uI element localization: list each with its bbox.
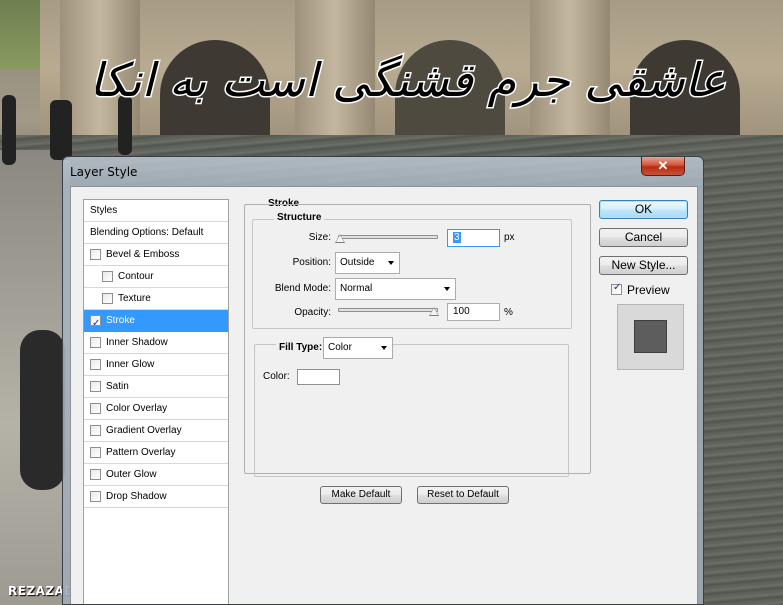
effect-checkbox[interactable]	[90, 359, 101, 370]
effect-row-satin[interactable]: Satin	[84, 376, 228, 398]
opacity-label: Opacity:	[294, 307, 331, 318]
effect-checkbox[interactable]	[90, 337, 101, 348]
opacity-unit: %	[504, 307, 513, 318]
effect-checkbox[interactable]	[90, 403, 101, 414]
opacity-input-value: 100	[453, 306, 470, 317]
preview-label: Preview	[627, 283, 670, 297]
effect-label: Color Overlay	[106, 403, 168, 414]
effect-label: Pattern Overlay	[106, 447, 176, 458]
person	[20, 330, 65, 490]
preview-swatch	[634, 320, 667, 353]
effect-checkbox[interactable]	[90, 425, 101, 436]
person	[50, 100, 72, 160]
effect-row-outer-glow[interactable]: Outer Glow	[84, 464, 228, 486]
size-unit: px	[504, 232, 515, 243]
cancel-button[interactable]: Cancel	[599, 228, 688, 247]
effect-row-drop-shadow[interactable]: Drop Shadow	[84, 486, 228, 508]
blend-mode-select-value: Normal	[340, 283, 373, 294]
structure-title: Structure	[274, 212, 325, 223]
effect-label: Contour	[118, 271, 154, 282]
new-style-button[interactable]: New Style...	[599, 256, 688, 275]
reset-to-default-button[interactable]: Reset to Default	[417, 486, 509, 504]
effect-checkbox[interactable]	[90, 469, 101, 480]
stroke-color-swatch[interactable]	[297, 369, 340, 385]
fill-type-group	[254, 344, 569, 477]
color-label: Color:	[263, 371, 290, 382]
chevron-down-icon	[388, 261, 394, 265]
effect-checkbox[interactable]	[90, 381, 101, 392]
ok-button[interactable]: OK	[599, 200, 688, 219]
effect-label: Inner Glow	[106, 359, 155, 370]
size-slider-thumb[interactable]	[334, 234, 345, 243]
effect-row-inner-shadow[interactable]: Inner Shadow	[84, 332, 228, 354]
calligraphy-line: عاشقی جرم قشنگی است به انکارش مکوش	[96, 53, 726, 108]
position-select-value: Outside	[340, 257, 375, 268]
effect-checkbox[interactable]	[90, 313, 101, 334]
calligraphy-text: عاشقی جرم قشنگی است به انکارش مکوش	[0, 14, 746, 144]
effect-row-contour[interactable]: Contour	[84, 266, 228, 288]
effect-label: Gradient Overlay	[106, 425, 182, 436]
close-button[interactable]: ✕	[641, 157, 685, 176]
effect-row-bevel-emboss[interactable]: Bevel & Emboss	[84, 244, 228, 266]
effect-label: Satin	[106, 381, 129, 392]
position-select[interactable]: Outside	[335, 252, 400, 274]
opacity-input[interactable]: 100	[447, 303, 500, 321]
effect-row-inner-glow[interactable]: Inner Glow	[84, 354, 228, 376]
effect-row-texture[interactable]: Texture	[84, 288, 228, 310]
chevron-down-icon	[444, 287, 450, 291]
opacity-slider[interactable]	[338, 308, 438, 312]
size-input-value: 3	[453, 232, 461, 243]
preview-toggle[interactable]: Preview	[611, 282, 681, 299]
size-slider[interactable]	[338, 235, 438, 239]
size-label: Size:	[308, 232, 331, 243]
styles-header[interactable]: Styles	[84, 200, 228, 222]
effect-row-pattern-overlay[interactable]: Pattern Overlay	[84, 442, 228, 464]
dialog-client: Styles Blending Options: Default Bevel &…	[70, 186, 698, 604]
effect-label: Outer Glow	[106, 469, 157, 480]
styles-list: Styles Blending Options: Default Bevel &…	[83, 199, 229, 604]
effect-checkbox[interactable]	[102, 293, 113, 304]
effect-label: Bevel & Emboss	[106, 249, 180, 260]
effect-label: Inner Shadow	[106, 337, 168, 348]
fill-type-select[interactable]: Color	[323, 337, 393, 359]
blending-options[interactable]: Blending Options: Default	[84, 222, 228, 244]
effect-checkbox[interactable]	[90, 447, 101, 458]
make-default-button[interactable]: Make Default	[320, 486, 402, 504]
blend-mode-select[interactable]: Normal	[335, 278, 456, 300]
fill-type-select-value: Color	[328, 342, 352, 353]
window-title: Layer Style	[70, 165, 138, 179]
blend-mode-label: Blend Mode:	[274, 283, 331, 294]
preview-checkbox[interactable]	[611, 282, 622, 295]
opacity-slider-thumb[interactable]	[429, 307, 439, 316]
effect-row-stroke[interactable]: Stroke	[84, 310, 228, 334]
position-label: Position:	[292, 257, 331, 268]
effect-row-color-overlay[interactable]: Color Overlay	[84, 398, 228, 420]
effect-checkbox[interactable]	[90, 491, 101, 502]
title-bar[interactable]: Layer Style ✕	[63, 157, 703, 185]
effect-checkbox[interactable]	[102, 271, 113, 282]
effect-label: Stroke	[106, 315, 135, 326]
effect-label: Drop Shadow	[106, 491, 167, 502]
preview-thumbnail	[617, 304, 684, 370]
chevron-down-icon	[381, 346, 387, 350]
layer-style-dialog: Layer Style ✕ Styles Blending Options: D…	[62, 156, 704, 605]
size-input[interactable]: 3	[447, 229, 500, 247]
fill-type-label: Fill Type:	[276, 342, 326, 353]
close-icon: ✕	[657, 158, 669, 173]
effect-checkbox[interactable]	[90, 249, 101, 260]
person	[2, 95, 16, 165]
effect-label: Texture	[118, 293, 151, 304]
effect-row-gradient-overlay[interactable]: Gradient Overlay	[84, 420, 228, 442]
